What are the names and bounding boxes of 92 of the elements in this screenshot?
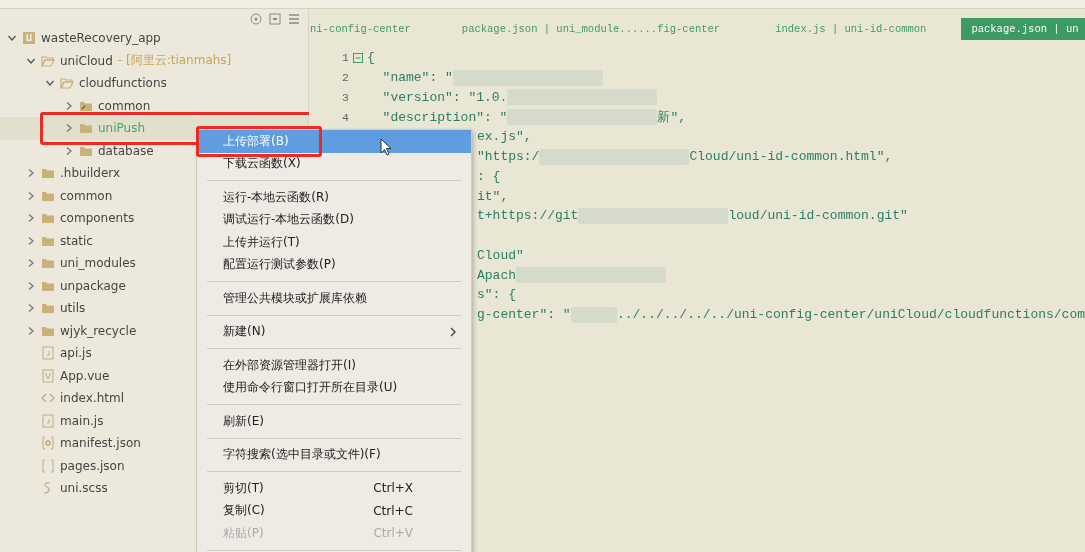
code-text: g-center": " (477, 307, 571, 323)
tree-item-label: common (60, 187, 113, 204)
tree-item-label: components (60, 210, 135, 227)
collapse-icon[interactable] (269, 13, 281, 25)
folder-icon (41, 211, 55, 226)
code-text: 新", (657, 109, 687, 127)
file-icon (41, 346, 55, 361)
folder-icon (41, 301, 55, 316)
shortcut-label: Ctrl+X (373, 481, 413, 496)
tree-item-label: unpackage (60, 277, 126, 294)
tree-item[interactable]: uniCloud - [阿里云:tianmahs] (0, 49, 308, 72)
open-folder-icon (60, 76, 74, 91)
chevron-right-icon[interactable] (26, 168, 36, 179)
code-text: Cloud" (477, 247, 524, 263)
tree-item-label: wjyk_recycle (60, 322, 137, 339)
menu-item[interactable]: 上传并运行(T) (197, 231, 471, 254)
code-text: : { (477, 168, 501, 184)
menu-item[interactable]: 刷新(E) (197, 410, 471, 433)
shortcut-label: Ctrl+V (373, 526, 413, 541)
menu-item[interactable]: 复制(C) Ctrl+C (197, 499, 471, 522)
menu-item[interactable]: 运行-本地云函数(R) (197, 186, 471, 209)
tree-item-label: uniCloud (60, 52, 113, 69)
chevron-right-icon[interactable] (26, 190, 36, 201)
menu-item[interactable]: 管理公共模块或扩展库依赖 (197, 287, 471, 310)
cloud-provider-label: - [阿里云:tianmahs] (117, 52, 232, 70)
chevron-right-icon[interactable] (26, 258, 36, 269)
menu-item[interactable]: 在外部资源管理器打开(I) (197, 354, 471, 377)
tree-item-label: wasteRecovery_app (41, 30, 161, 47)
tree-item-label: uni.scss (60, 480, 108, 497)
tree-item-label: pages.json (60, 457, 125, 474)
chevron-right-icon[interactable] (64, 100, 74, 111)
file-icon (41, 413, 55, 428)
chevron-right-icon[interactable] (64, 123, 74, 134)
code-text: Apach (477, 267, 516, 283)
code-text: it", (477, 188, 509, 204)
menu-item[interactable]: 下载云函数(X) (197, 152, 471, 175)
tree-item-label: uniPush (98, 120, 146, 137)
code-text: ../../../../../uni-config-center/uniCloud/cloudfunctions/com (616, 307, 1085, 323)
tree-item-label: api.js (60, 345, 92, 362)
tree-item[interactable]: wasteRecovery_app (0, 27, 308, 50)
line-number: 1 (341, 51, 349, 65)
menu-item[interactable]: 剪切(T) Ctrl+X (197, 477, 471, 500)
menu-icon[interactable] (288, 13, 300, 25)
code-text: { (367, 50, 375, 66)
tree-item-label: main.js (60, 412, 104, 429)
menu-item[interactable]: 字符搜索(选中目录或文件)(F) (197, 443, 471, 466)
chevron-right-icon[interactable] (26, 235, 36, 246)
tree-item[interactable]: cloudfunctions (0, 72, 308, 95)
code-text: ex.js", (477, 129, 532, 145)
code-text: "https:/ (477, 149, 540, 165)
mouse-pointer-icon (380, 138, 392, 156)
tree-item-label: .hbuilderx (60, 165, 121, 182)
tree-item-label: App.vue (60, 367, 110, 384)
menu-item[interactable]: 新建(N) (197, 320, 471, 343)
tree-item-label: uni_modules (60, 255, 136, 272)
manifest-file-icon (41, 436, 55, 451)
line-number: 3 (341, 90, 349, 104)
code-text: "description": " (381, 109, 508, 125)
folder-icon (41, 166, 55, 181)
json-file-icon (41, 458, 55, 473)
code-text: Cloud/uni-id-common.html", (689, 149, 893, 165)
shortcut-label: Ctrl+C (373, 503, 413, 518)
tree-item[interactable]: common (0, 94, 308, 117)
line-number: 4 (341, 110, 349, 124)
tree-item-label: database (98, 142, 154, 159)
open-folder-icon (41, 53, 55, 68)
code-text: loud/uni-id-common.git" (728, 208, 908, 224)
tree-item-label: static (60, 232, 93, 249)
tree-item-label: cloudfunctions (79, 75, 167, 92)
project-icon (22, 31, 36, 46)
locate-icon[interactable] (250, 13, 262, 25)
menu-item[interactable]: 配置运行测试参数(P) (197, 253, 471, 276)
vue-file-icon (41, 368, 55, 383)
tree-item-label: utils (60, 300, 86, 317)
folder-icon (41, 256, 55, 271)
line-number: 2 (341, 71, 349, 85)
chevron-right-icon[interactable] (26, 325, 36, 336)
code-text: t+https://git (477, 208, 579, 224)
code-text: s": { (477, 287, 516, 303)
chevron-right-icon[interactable] (26, 213, 36, 224)
chevron-right-icon[interactable] (64, 145, 74, 156)
menu-item[interactable]: 使用命令行窗口打开所在目录(U) (197, 376, 471, 399)
tree-item-label: common (98, 97, 151, 114)
folder-icon (79, 121, 93, 136)
code-text: "name": " (381, 70, 453, 86)
code-text: "version": "1.0. (381, 89, 508, 105)
tree-item-label: index.html (60, 390, 124, 407)
fold-icon[interactable] (353, 52, 363, 63)
chevron-right-icon[interactable] (26, 303, 36, 314)
tree-item-label: manifest.json (60, 435, 141, 452)
chevron-right-icon[interactable] (26, 280, 36, 291)
menu-item[interactable]: 调试运行-本地云函数(D) (197, 208, 471, 231)
